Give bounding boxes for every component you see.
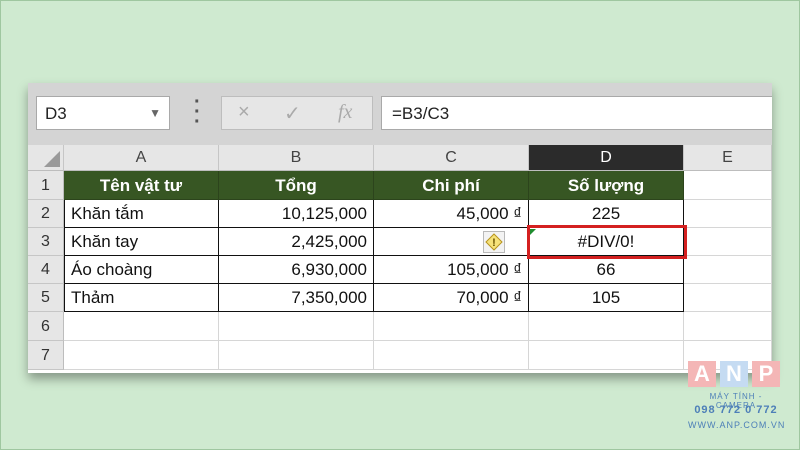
cell-b5[interactable]: 7,350,000	[219, 284, 374, 312]
cell-b3[interactable]: 2,425,000	[219, 228, 374, 256]
cell-d3[interactable]: #DIV/0!	[529, 228, 684, 256]
cell-b2[interactable]: 10,125,000	[219, 200, 374, 228]
cell-d4[interactable]: 66	[529, 256, 684, 284]
cell-e3[interactable]	[684, 228, 772, 256]
select-all-button[interactable]	[28, 145, 64, 171]
cell-c5[interactable]: 70,000 ₫	[374, 284, 529, 312]
warning-icon: !	[485, 233, 503, 251]
cell-b7[interactable]	[219, 341, 374, 370]
cell-d5[interactable]: 105	[529, 284, 684, 312]
spreadsheet-grid: A B C D E 1 2 3 4 5 6 7 Tên vật tư Tổng …	[28, 145, 772, 373]
name-box[interactable]: D3 ▼	[36, 96, 170, 130]
cell-c2[interactable]: 45,000 ₫	[374, 200, 529, 228]
row-header-5[interactable]: 5	[28, 284, 64, 312]
error-indicator-triangle	[530, 229, 536, 235]
cell-d6[interactable]	[529, 312, 684, 341]
cell-c4[interactable]: 105,000 ₫	[374, 256, 529, 284]
enter-icon[interactable]: ✓	[284, 101, 301, 126]
formula-buttons: × ✓ fx	[221, 96, 373, 130]
logo-phone: 098 772 0 772	[694, 404, 778, 416]
cell-a3[interactable]: Khăn tay	[64, 228, 219, 256]
column-header-b[interactable]: B	[219, 145, 374, 171]
cell-e5[interactable]	[684, 284, 772, 312]
header-cell-total[interactable]: Tổng	[219, 171, 374, 200]
logo-website: WWW.ANP.COM.VN	[688, 420, 786, 430]
name-box-value: D3	[45, 104, 67, 123]
cell-a2[interactable]: Khăn tắm	[64, 200, 219, 228]
logo-letter-a: A	[688, 361, 716, 387]
header-cell-quantity[interactable]: Số lượng	[529, 171, 684, 200]
excel-window: D3 ▼ · · · × ✓ fx =B3/C3 A B C D E 1 2 3 4…	[28, 83, 772, 373]
select-all-triangle-icon	[44, 151, 60, 167]
cell-a7[interactable]	[64, 341, 219, 370]
row-header-4[interactable]: 4	[28, 256, 64, 284]
formula-bar: D3 ▼ · · · × ✓ fx =B3/C3	[28, 83, 772, 145]
row-header-2[interactable]: 2	[28, 200, 64, 228]
cell-e4[interactable]	[684, 256, 772, 284]
column-header-d[interactable]: D	[529, 145, 684, 171]
cell-b6[interactable]	[219, 312, 374, 341]
row-header-3[interactable]: 3	[28, 228, 64, 256]
cell-e2[interactable]	[684, 200, 772, 228]
more-options-icon[interactable]: · · ·	[194, 92, 201, 132]
chevron-down-icon[interactable]: ▼	[149, 106, 161, 120]
logo-letter-n: N	[720, 361, 748, 387]
svg-text:!: !	[492, 237, 496, 249]
anp-logo: A N P MÁY TÍNH - CAMERA 098 772 0 772 WW…	[688, 361, 784, 439]
cell-d2[interactable]: 225	[529, 200, 684, 228]
cell-b4[interactable]: 6,930,000	[219, 256, 374, 284]
cell-a6[interactable]	[64, 312, 219, 341]
header-cell-cost[interactable]: Chi phí	[374, 171, 529, 200]
insert-function-icon[interactable]: fx	[338, 101, 352, 124]
cell-e1[interactable]	[684, 171, 772, 200]
cell-a4[interactable]: Áo choàng	[64, 256, 219, 284]
logo-letter-p: P	[752, 361, 780, 387]
cell-a5[interactable]: Thảm	[64, 284, 219, 312]
error-check-button[interactable]: !	[483, 231, 505, 253]
cell-c7[interactable]	[374, 341, 529, 370]
formula-input[interactable]: =B3/C3	[381, 96, 772, 130]
header-cell-name[interactable]: Tên vật tư	[64, 171, 219, 200]
row-header-1[interactable]: 1	[28, 171, 64, 200]
cell-e6[interactable]	[684, 312, 772, 341]
cell-c3[interactable]	[374, 228, 529, 256]
column-header-a[interactable]: A	[64, 145, 219, 171]
column-header-e[interactable]: E	[684, 145, 772, 171]
column-header-c[interactable]: C	[374, 145, 529, 171]
row-header-7[interactable]: 7	[28, 341, 64, 370]
cell-c6[interactable]	[374, 312, 529, 341]
cancel-icon[interactable]: ×	[238, 101, 250, 124]
row-header-6[interactable]: 6	[28, 312, 64, 341]
cell-d7[interactable]	[529, 341, 684, 370]
